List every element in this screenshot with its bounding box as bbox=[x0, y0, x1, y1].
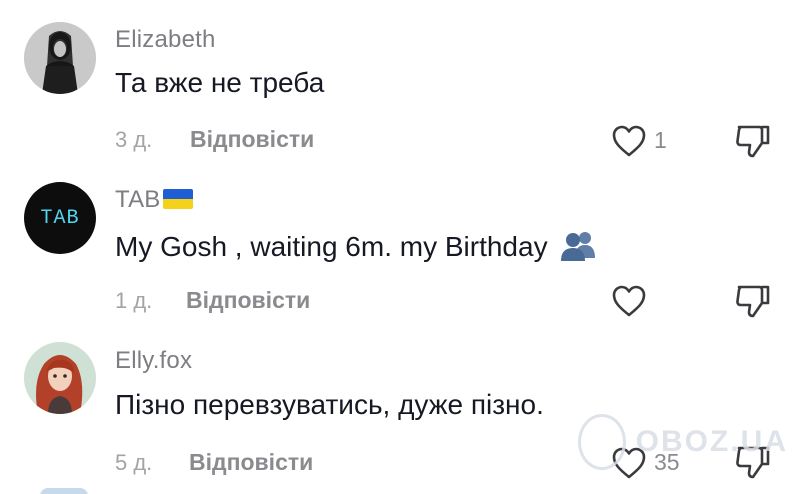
reply-button[interactable]: Відповісти bbox=[189, 449, 313, 476]
next-avatar-peek bbox=[40, 488, 88, 494]
username[interactable]: TAB bbox=[115, 186, 193, 214]
heart-outline-icon bbox=[612, 285, 646, 317]
avatar-logo-text: TAB bbox=[40, 206, 80, 230]
username-text: TAB bbox=[115, 186, 161, 213]
watermark-text: OBOZ.UA bbox=[635, 425, 788, 458]
comment-text: Та вже не треба bbox=[115, 67, 325, 98]
ukraine-flag-icon bbox=[162, 189, 193, 209]
comment-text: Пізно перевзуватись, дуже пізно. bbox=[115, 389, 544, 420]
like-button[interactable] bbox=[611, 284, 647, 318]
dislike-button[interactable] bbox=[733, 123, 771, 159]
avatar[interactable] bbox=[24, 342, 96, 414]
busts-in-silhouette-icon bbox=[558, 228, 598, 262]
comment-time: 3 д. bbox=[115, 127, 153, 152]
comment-time: 1 д. bbox=[115, 288, 153, 313]
comment-text: My Gosh , waiting 6m. my Birthday bbox=[115, 228, 598, 263]
reply-button[interactable]: Відповісти bbox=[186, 287, 310, 314]
watermark-logo-icon bbox=[578, 414, 626, 470]
like-button[interactable] bbox=[611, 124, 647, 158]
dislike-button[interactable] bbox=[733, 283, 771, 319]
reply-button[interactable]: Відповісти bbox=[190, 126, 314, 153]
comment-time: 5 д. bbox=[115, 450, 153, 475]
watermark: OBOZ.UA bbox=[578, 412, 788, 472]
avatar[interactable]: TAB bbox=[24, 182, 96, 254]
thumbs-down-icon bbox=[736, 285, 770, 318]
avatar[interactable] bbox=[24, 22, 96, 94]
username[interactable]: Elizabeth bbox=[115, 26, 216, 54]
username[interactable]: Elly.fox bbox=[115, 347, 192, 375]
thumbs-down-icon bbox=[736, 125, 770, 158]
like-count: 1 bbox=[654, 127, 667, 153]
comment-text-content: My Gosh , waiting 6m. my Birthday bbox=[115, 231, 548, 262]
heart-outline-icon bbox=[612, 125, 646, 157]
